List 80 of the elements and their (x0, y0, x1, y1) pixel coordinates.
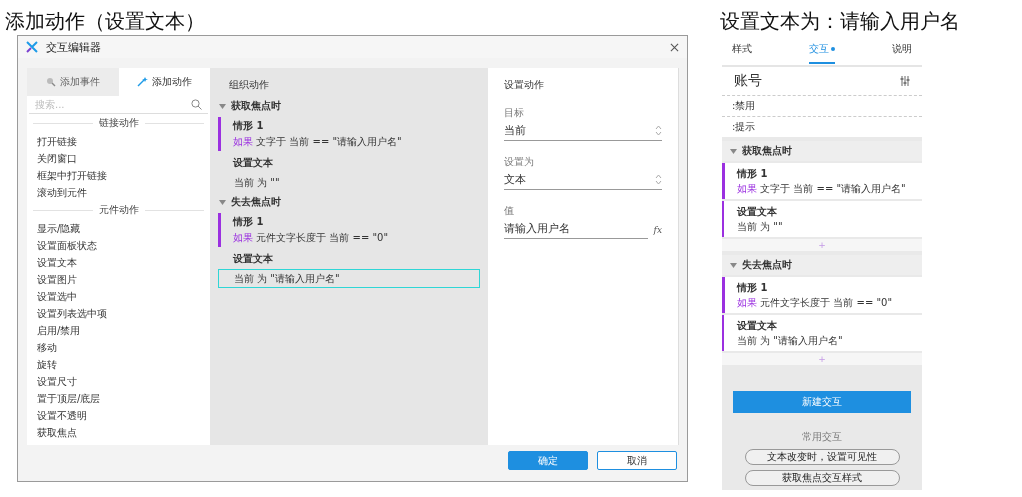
tab[interactable]: 说明 (892, 36, 912, 64)
tab[interactable]: 添加事件 (27, 68, 119, 96)
action-name: 设置文本 (737, 319, 778, 333)
cancel-button[interactable]: 取消 (597, 451, 677, 470)
action-item[interactable]: 显示/隐藏 (27, 220, 210, 237)
action-detail: 当前 为 "" (737, 220, 784, 234)
event-name: 失去焦点时 (742, 258, 792, 272)
expand-icon[interactable] (219, 103, 226, 109)
magnifier-icon (45, 77, 56, 87)
action-block[interactable]: 设置文本 当前 为 "请输入用户名" (722, 315, 922, 351)
close-icon[interactable] (670, 42, 679, 52)
case-condition: 如果 文字于 当前 == "请输入用户名" (737, 182, 907, 196)
field-label: 目标 (504, 106, 525, 120)
action-item[interactable]: 设置文本 (27, 254, 210, 271)
action-item[interactable]: 设置不透明 (27, 407, 210, 424)
case-condition: 如果 文字于 当前 == "请输入用户名" (233, 135, 403, 149)
tab[interactable]: 交互 (809, 36, 835, 64)
expand-icon[interactable] (730, 148, 737, 154)
spinner-icon (655, 174, 662, 185)
case-name: 情形 1 (233, 119, 265, 133)
action-item[interactable]: 启用/禁用 (27, 322, 210, 339)
case-block[interactable]: 情形 1 如果 元件文字长度于 当前 == "0" (722, 277, 922, 313)
action-item[interactable]: 滚动到元件 (27, 184, 210, 201)
preset-button[interactable]: 文本改变时，设置可见性 (744, 449, 900, 465)
expand-icon[interactable] (730, 262, 737, 268)
action-item[interactable]: 设置尺寸 (27, 373, 210, 390)
case-name: 情形 1 (737, 281, 769, 295)
select-field[interactable]: 文本 (504, 172, 662, 190)
event-name: 获取焦点时 (231, 99, 281, 113)
action-item[interactable]: 关闭窗口 (27, 150, 210, 167)
action-item[interactable]: 设置列表选中项 (27, 305, 210, 322)
action-item[interactable]: 获取焦点 (27, 424, 210, 441)
select-field[interactable]: 当前 (504, 123, 662, 141)
action-block[interactable]: 设置文本 当前 为 "" (722, 201, 922, 237)
search-icon (191, 99, 202, 110)
case-name: 情形 1 (737, 167, 769, 181)
caption: 添加动作（设置文本） (5, 8, 206, 30)
action-item[interactable]: 设置面板状态 (27, 237, 210, 254)
action-name: 设置文本 (233, 156, 274, 170)
panel-title: 组织动作 (228, 78, 270, 92)
input-field[interactable]: 请输入用户名 (504, 221, 648, 239)
field-label: 设置为 (504, 155, 535, 169)
action-item[interactable]: 移动 (27, 339, 210, 356)
spinner-icon (655, 125, 662, 136)
action-item[interactable]: 置于顶层/底层 (27, 390, 210, 407)
widget-name: 账号 (734, 72, 762, 90)
action-item[interactable]: 设置图片 (27, 271, 210, 288)
case-condition: 如果 元件文字长度于 当前 == "0" (737, 296, 894, 310)
option-row[interactable]: :提示 (722, 116, 922, 137)
panel-title: 设置动作 (504, 78, 545, 92)
window-title: 交互编辑器 (46, 39, 102, 55)
sparkle-icon (136, 77, 148, 87)
field-label: 值 (504, 204, 515, 218)
case-condition: 如果 元件文字长度于 当前 == "0" (233, 231, 390, 245)
logo-icon (26, 41, 38, 53)
event-name: 获取焦点时 (742, 144, 792, 158)
action-name: 设置文本 (233, 252, 274, 266)
action-item[interactable]: 打开链接 (27, 133, 210, 150)
action-detail[interactable]: 当前 为 "请输入用户名" (218, 269, 480, 288)
preset-button[interactable]: 获取焦点交互样式 (744, 470, 900, 486)
case-block[interactable]: 情形 1 如果 文字于 当前 == "请输入用户名" (722, 163, 922, 199)
case-name: 情形 1 (233, 215, 265, 229)
group-heading: 元件动作 (98, 203, 139, 217)
formula-button[interactable]: fx (653, 225, 662, 235)
sliders-icon[interactable] (900, 76, 910, 86)
section-label: 常用交互 (802, 430, 842, 444)
action-detail: 当前 为 "请输入用户名" (737, 334, 844, 348)
case-block[interactable]: 情形 1 如果 文字于 当前 == "请输入用户名" (218, 117, 480, 151)
tab[interactable]: 样式 (732, 36, 752, 64)
expand-icon[interactable] (219, 199, 226, 205)
action-name: 设置文本 (737, 205, 778, 219)
event-name: 失去焦点时 (231, 195, 281, 209)
option-row[interactable]: :禁用 (722, 95, 922, 116)
caption: 设置文本为：请输入用户名 (720, 8, 960, 30)
action-detail[interactable]: 当前 为 "" (218, 173, 480, 192)
action-item[interactable]: 设置选中 (27, 288, 210, 305)
group-heading: 链接动作 (98, 116, 139, 130)
case-block[interactable]: 情形 1 如果 元件文字长度于 当前 == "0" (218, 213, 480, 247)
action-item[interactable]: 旋转 (27, 356, 210, 373)
action-item[interactable]: 框架中打开链接 (27, 167, 210, 184)
